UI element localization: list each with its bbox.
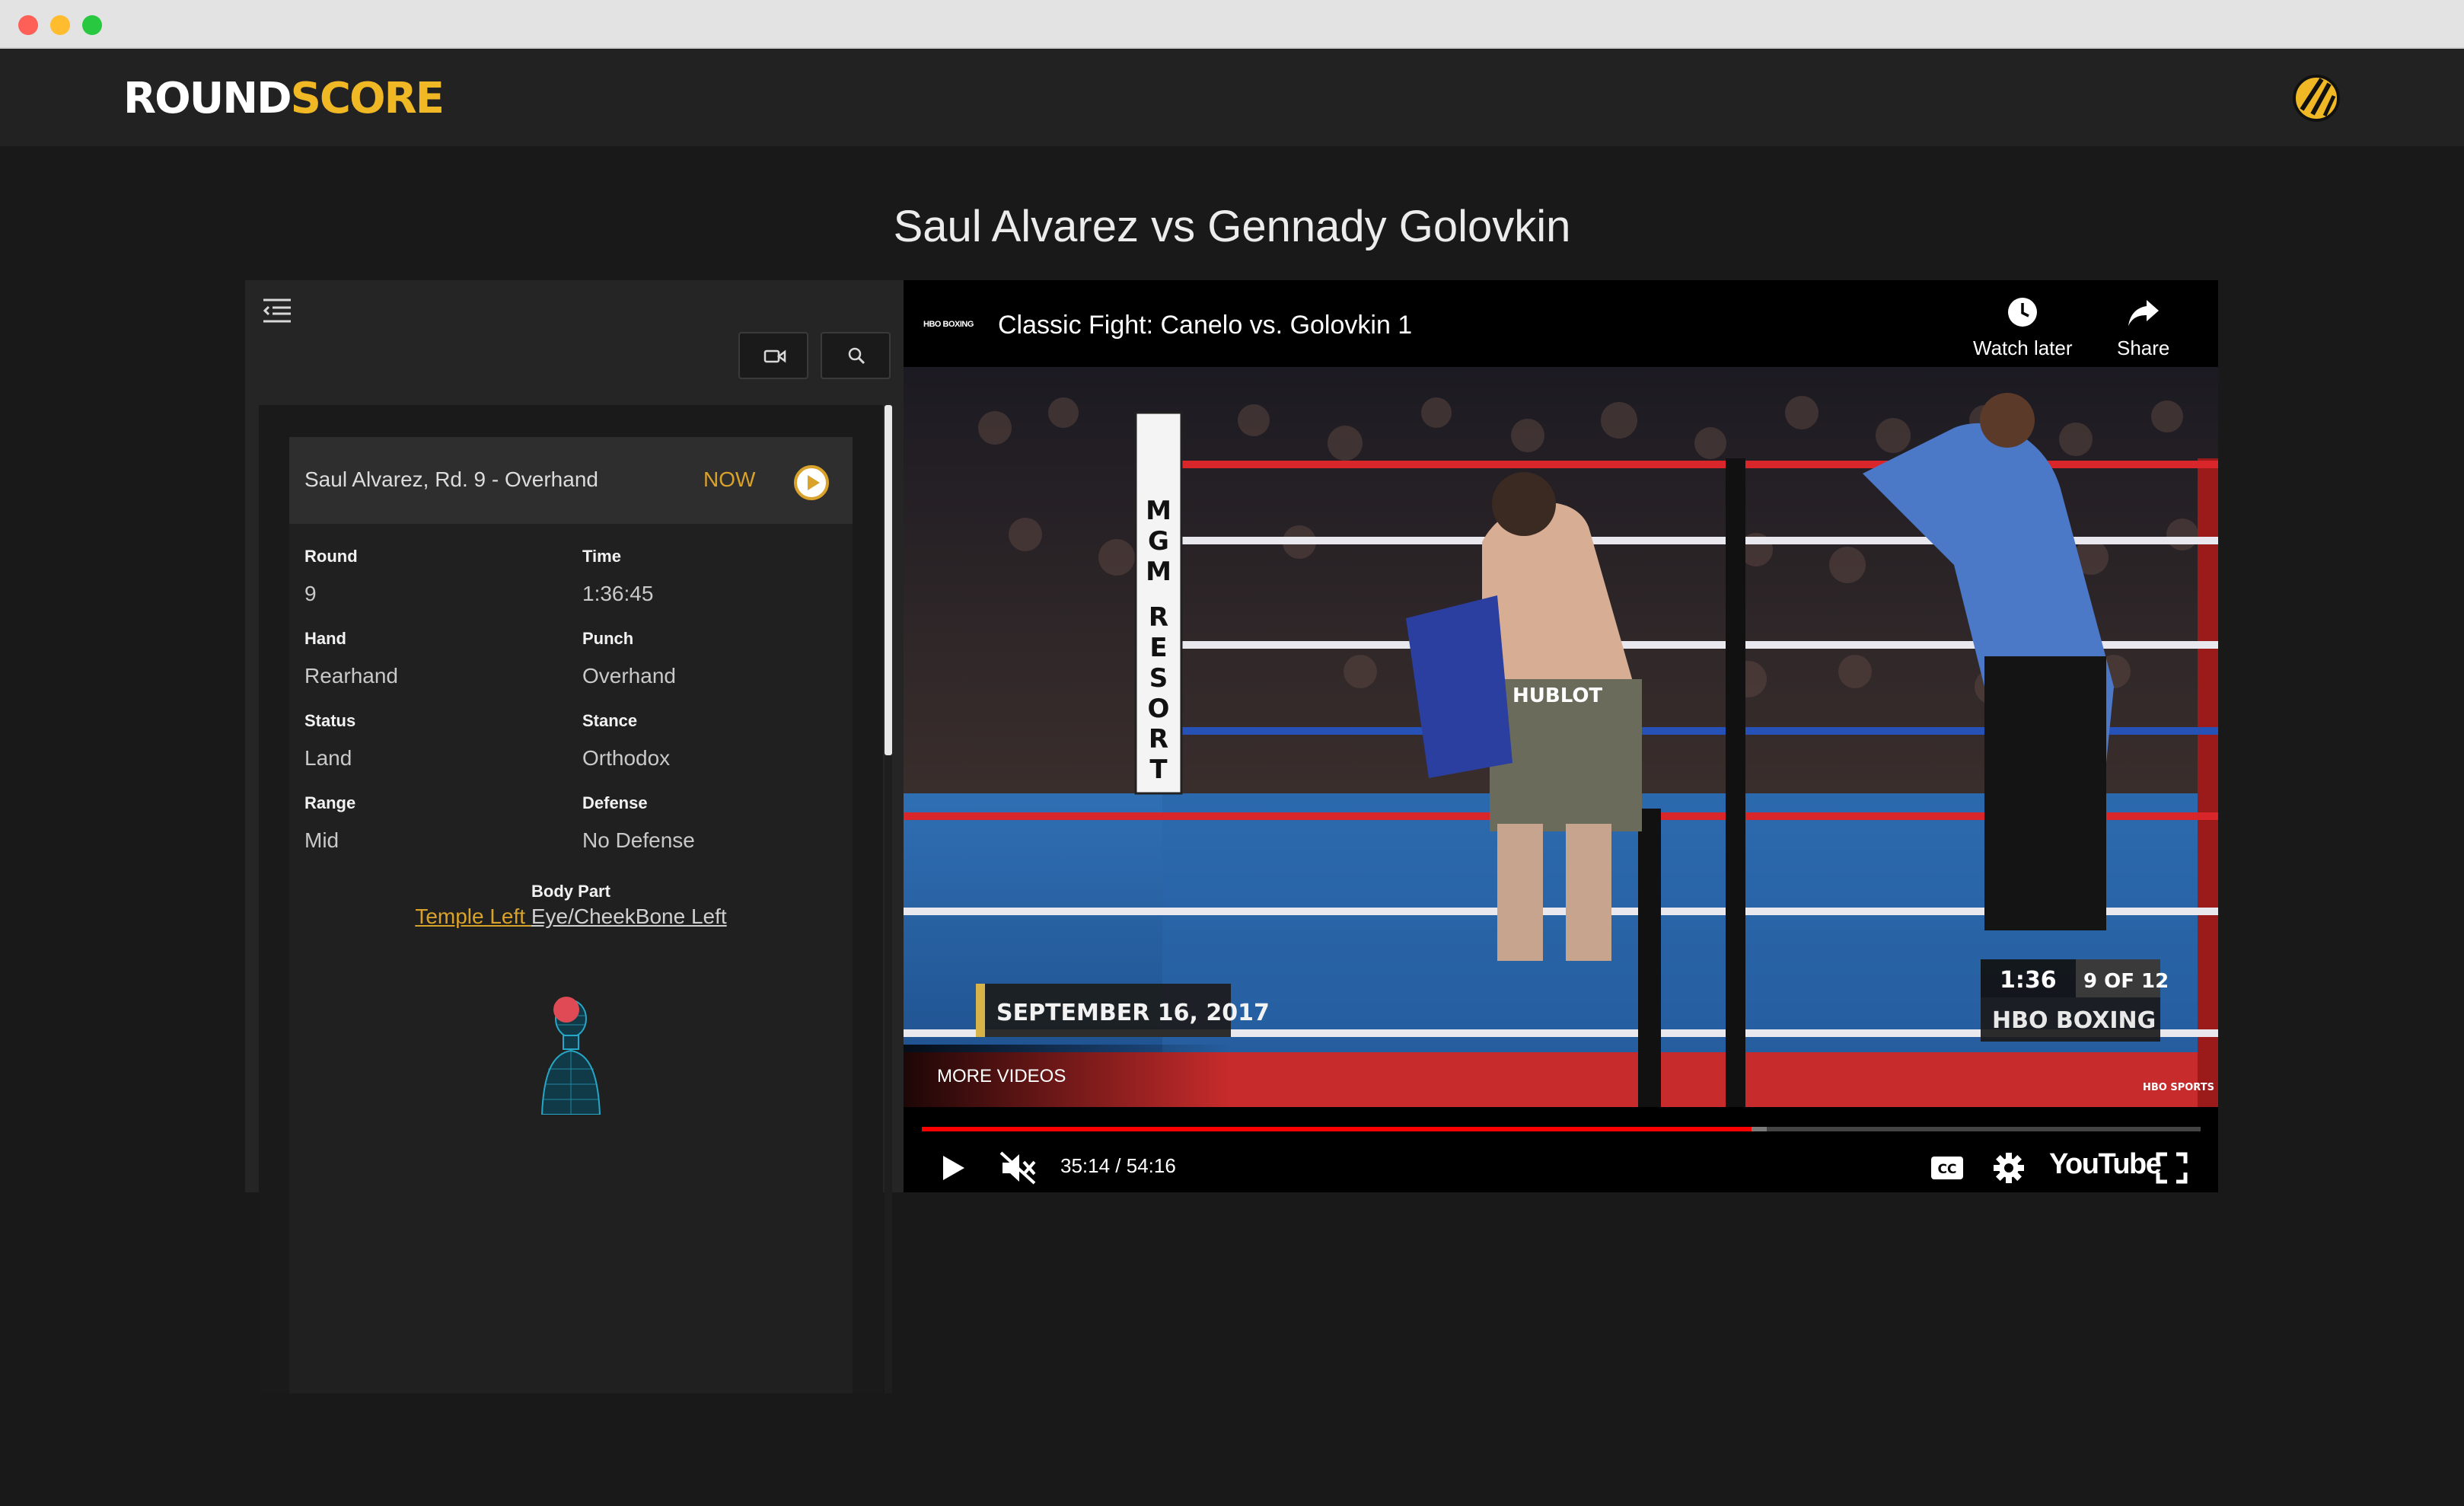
fullscreen-icon[interactable] [2155,1151,2188,1185]
share-arrow-icon [2128,300,2159,326]
clock-icon [2008,298,2038,327]
close-window-button[interactable] [18,15,38,35]
window-titlebar [0,0,2464,49]
event-card[interactable]: Saul Alvarez, Rd. 9 - Overhand NOW Round… [289,437,853,1393]
brand-glove-icon[interactable] [2291,73,2341,123]
svg-text:E: E [1149,633,1167,663]
app-header: ROUNDSCORE [0,49,2464,146]
play-circle-icon[interactable] [793,464,830,501]
punch-value: Overhand [582,664,676,688]
fight-clock: 1:36 [2000,967,2057,994]
video-camera-icon [763,349,786,363]
page-title: Saul Alvarez vs Gennady Golovkin [893,202,1571,251]
punch-label: Punch [582,629,634,648]
roundscore-logo[interactable]: ROUNDSCORE [123,76,445,122]
player-controls: 35:14 / 54:16 CC YouTube [904,1141,2218,1192]
defense-label: Defense [582,793,648,812]
hbo-sports-logo: HBO SPORTS [2143,1082,2214,1093]
svg-text:G: G [1148,526,1169,557]
progress-bar[interactable] [922,1127,2201,1131]
time-value: 1:36:45 [582,582,654,605]
event-sidebar: Saul Alvarez, Rd. 9 - Overhand NOW Round… [245,280,904,1393]
captions-icon[interactable]: CC [1930,1154,1965,1182]
play-icon[interactable] [937,1153,967,1183]
svg-text:M: M [1146,557,1171,587]
minimize-window-button[interactable] [50,15,70,35]
hand-value: Rearhand [304,664,398,688]
mute-icon[interactable] [999,1151,1038,1185]
search-icon [848,347,865,365]
video-title[interactable]: Classic Fight: Canelo vs. Golovkin 1 [998,311,1412,340]
body-part-link[interactable]: Eye/CheekBone Left [531,905,727,928]
svg-text:S: S [1149,663,1168,694]
round-value: 9 [304,582,317,605]
time-display: 35:14 / 54:16 [1060,1154,1176,1177]
defense-value: No Defense [582,828,695,852]
menu-collapse-icon[interactable] [259,292,295,329]
round-label: Round [304,547,358,566]
status-value: Land [304,746,352,770]
channel-logo[interactable]: HBO BOXING [923,320,980,335]
time-label: Time [582,547,621,566]
hand-label: Hand [304,629,346,648]
progress-fill [922,1127,1752,1131]
search-button[interactable] [821,332,891,379]
event-title: Saul Alvarez, Rd. 9 - Overhand [304,467,598,491]
date-banner: SEPTEMBER 16, 2017 [996,1000,1270,1026]
zoom-window-button[interactable] [82,15,102,35]
body-part-label: Body Part [531,882,610,901]
range-value: Mid [304,828,339,852]
stance-label: Stance [582,711,638,730]
event-card-header[interactable]: Saul Alvarez, Rd. 9 - Overhand NOW [289,437,853,524]
svg-text:CC: CC [1938,1162,1957,1177]
sidebar-scrollbar-thumb[interactable] [885,405,892,755]
svg-text:M: M [1146,496,1171,526]
youtube-logo[interactable]: YouTube [2049,1148,2162,1181]
body-figure-icon [540,997,601,1115]
watch-later-button[interactable]: Watch later [1973,295,2073,360]
svg-text:T: T [1149,755,1168,785]
svg-text:R: R [1149,724,1168,755]
settings-gear-icon[interactable] [1992,1151,2026,1185]
svg-text:HUBLOT: HUBLOT [1513,684,1602,707]
network-banner: HBO BOXING [1992,1007,2156,1034]
stance-value: Orthodox [582,746,671,770]
buffer-bar [1752,1127,1768,1131]
range-label: Range [304,793,356,812]
status-label: Status [304,711,356,730]
video-frame[interactable]: MG MR ES OR T HUBLOT SEPTEMBER 16, 2017 [904,367,2218,1107]
now-badge: NOW [703,467,756,491]
video-filter-button[interactable] [738,332,808,379]
fight-scene-image: MG MR ES OR T HUBLOT SEPTEMBER 16, 2017 [904,367,2218,1107]
youtube-player[interactable]: HBO BOXING Classic Fight: Canelo vs. Gol… [904,280,2218,1192]
svg-text:R: R [1149,602,1168,633]
share-button[interactable]: Share [2117,295,2169,360]
body-part-link[interactable]: Temple Left [415,905,531,928]
event-list[interactable]: Saul Alvarez, Rd. 9 - Overhand NOW Round… [259,405,883,1393]
svg-text:O: O [1148,694,1170,724]
round-of-indicator: 9 OF 12 [2083,970,2169,993]
body-part-list: Temple Left Eye/CheekBone Left [289,905,853,929]
more-videos-button[interactable]: MORE VIDEOS [904,1045,1231,1107]
